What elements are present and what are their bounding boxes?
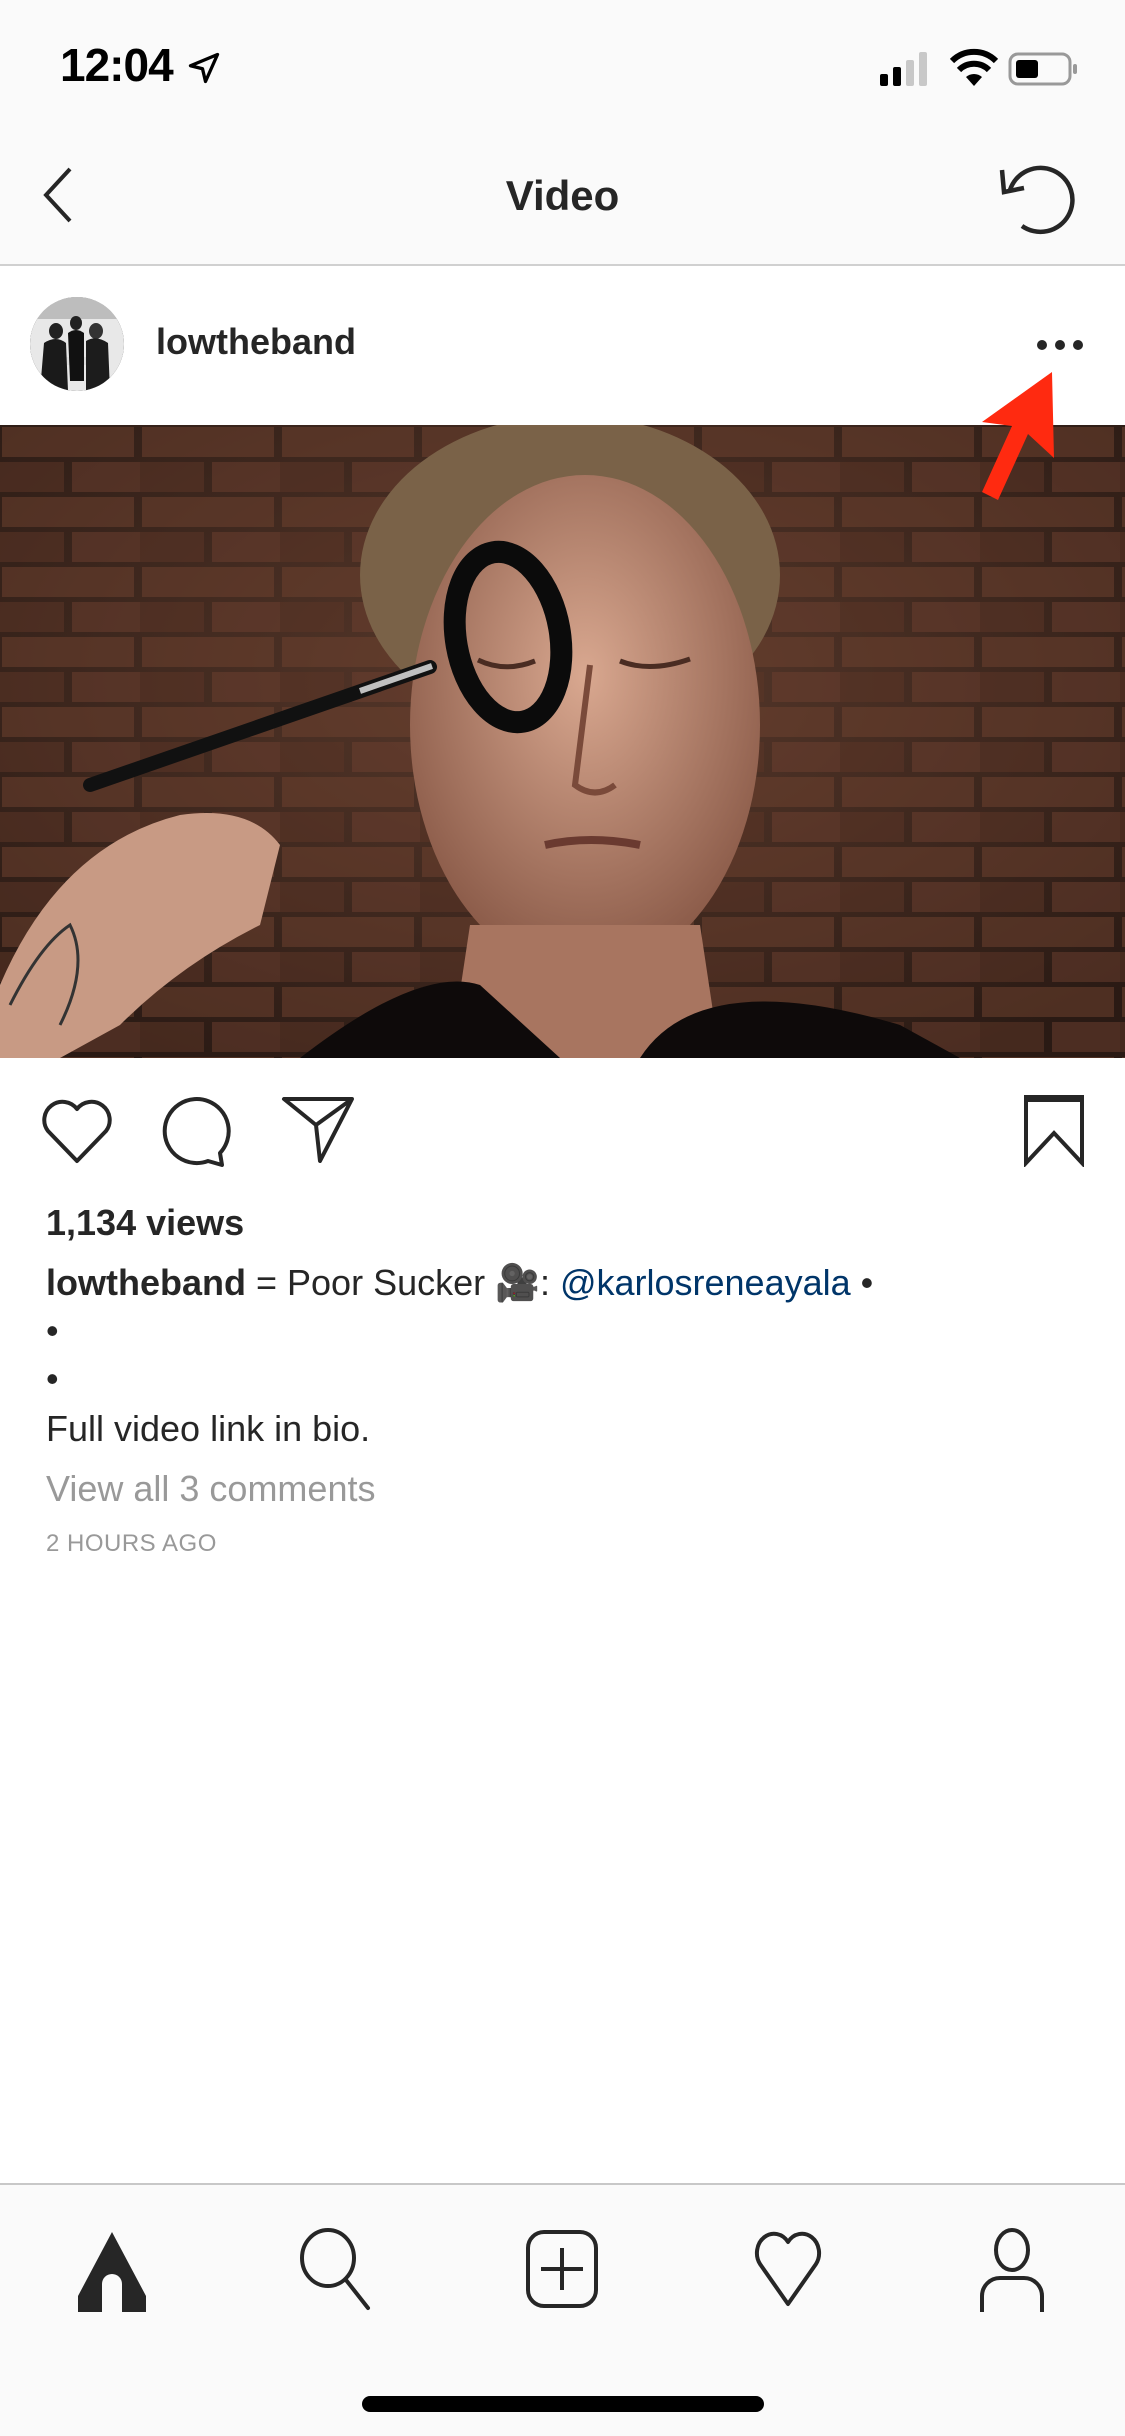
page-title: Video <box>505 172 620 219</box>
status-time: 12:04 <box>60 39 174 91</box>
cellular-signal-icon <box>880 52 927 86</box>
caption-username[interactable]: lowtheband <box>46 1262 246 1303</box>
avatar[interactable] <box>30 297 124 391</box>
video-frame <box>0 425 1125 1058</box>
search-icon[interactable] <box>296 2228 376 2312</box>
caption-trailing: • <box>850 1262 874 1303</box>
add-post-icon[interactable] <box>522 2228 602 2312</box>
battery-icon <box>1008 52 1077 86</box>
post-username[interactable]: lowtheband <box>156 321 356 363</box>
post-video[interactable] <box>0 425 1125 1058</box>
home-icon[interactable] <box>72 2228 152 2312</box>
post-timestamp: 2 HOURS AGO <box>46 1530 217 1557</box>
heart-icon[interactable] <box>38 1095 116 1167</box>
comment-icon[interactable] <box>162 1095 236 1169</box>
paper-plane-icon[interactable] <box>280 1095 356 1163</box>
refresh-icon[interactable] <box>998 160 1078 236</box>
location-arrow-icon <box>188 52 220 84</box>
more-options-icon[interactable] <box>1030 330 1090 360</box>
view-comments-link[interactable]: View all 3 comments <box>46 1468 375 1510</box>
caption-bullet: • <box>46 1358 59 1399</box>
caption: lowtheband = Poor Sucker 🎥: @karlosrenea… <box>46 1262 873 1304</box>
caption-text: = Poor Sucker 🎥: <box>246 1262 560 1303</box>
avatar-photo <box>30 297 124 391</box>
home-indicator[interactable] <box>362 2396 764 2412</box>
caption-line: Full video link in bio. <box>46 1408 371 1449</box>
profile-icon[interactable] <box>972 2228 1052 2312</box>
activity-heart-icon[interactable] <box>748 2228 828 2312</box>
annotation-arrow-icon <box>982 372 1054 500</box>
caption-mention-link[interactable]: @karlosreneayala <box>560 1262 851 1303</box>
view-count[interactable]: 1,134 views <box>46 1202 244 1244</box>
wifi-icon <box>950 48 998 86</box>
caption-bullet: • <box>46 1310 59 1351</box>
bookmark-icon[interactable] <box>1022 1093 1086 1167</box>
